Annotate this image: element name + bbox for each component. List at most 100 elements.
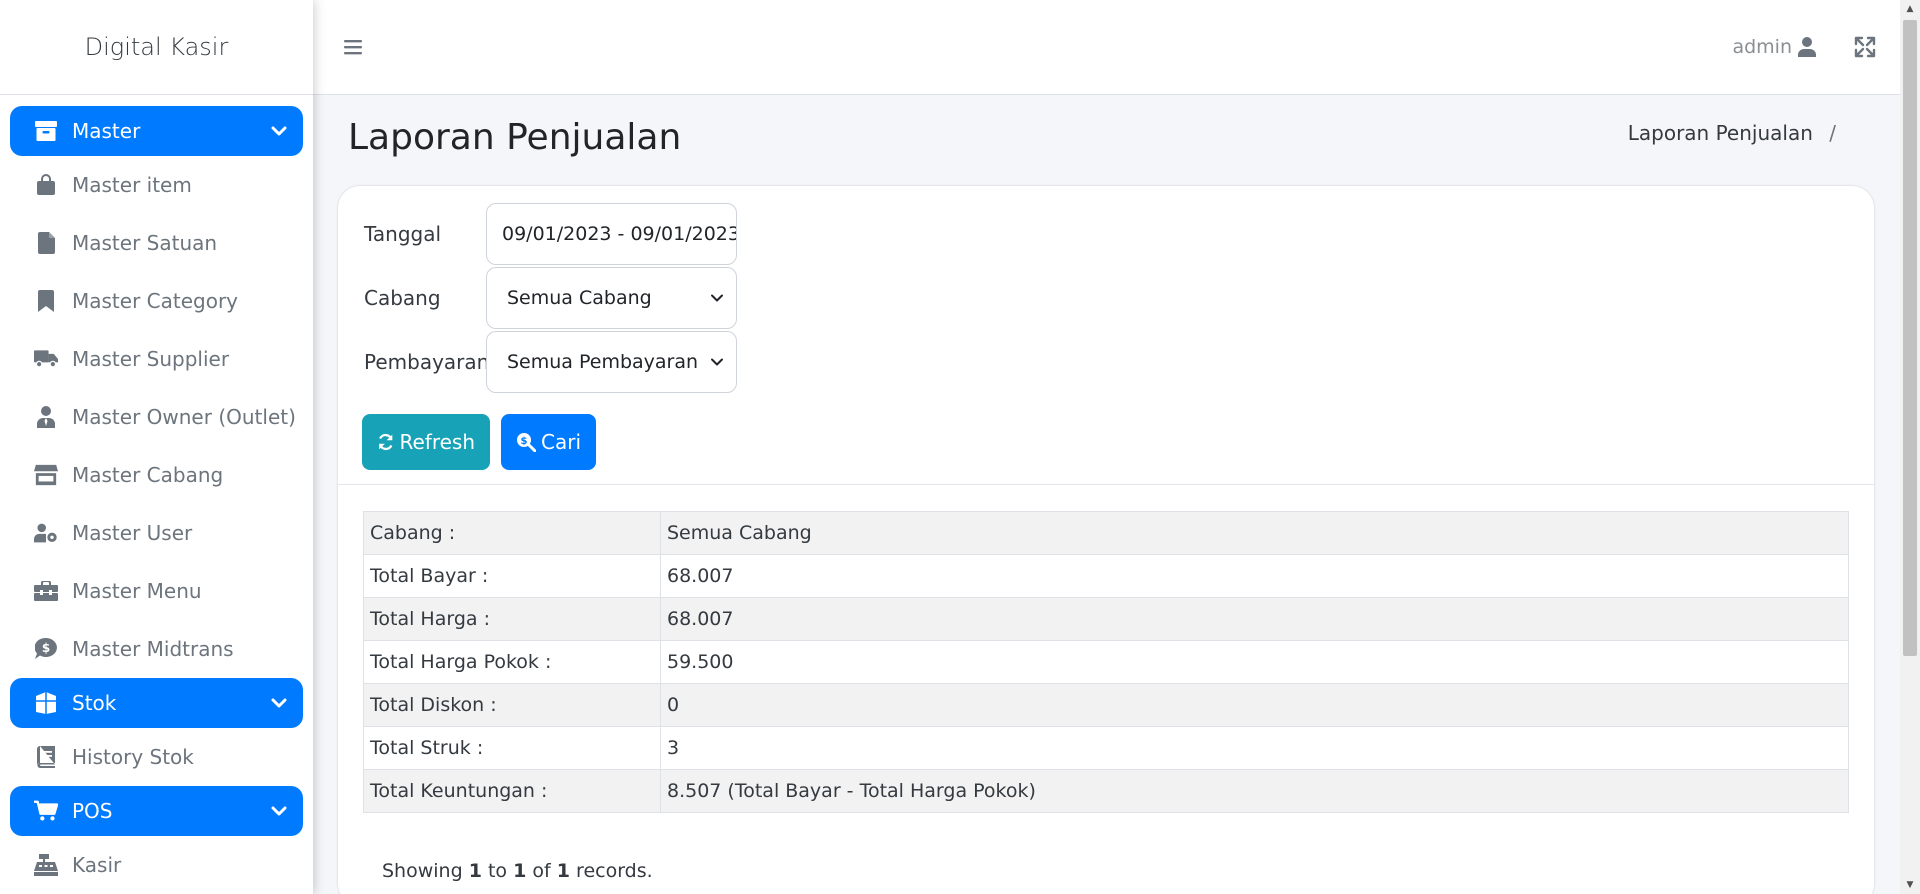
summary-table: Cabang : Semua Cabang Total Bayar :68.007… — [363, 511, 1849, 813]
svg-text:$: $ — [42, 641, 50, 655]
summary-key: Total Keuntungan : — [363, 769, 661, 813]
sidebar-item-master-supplier[interactable]: Master Supplier — [0, 330, 313, 388]
summary-value: Semua Cabang — [660, 511, 1849, 555]
cash-register-icon — [34, 853, 58, 877]
chevron-down-icon — [271, 698, 287, 708]
search-dollar-icon: $ — [517, 433, 536, 452]
sidebar: Digital Kasir Master Master item Master … — [0, 0, 313, 894]
table-row: Total Diskon :0 — [363, 683, 1849, 727]
refresh-button[interactable]: Refresh — [362, 414, 490, 470]
summary-key: Total Harga : — [363, 597, 661, 641]
card-divider — [338, 484, 1874, 485]
pembayaran-select[interactable]: Semua Pembayaran — [486, 331, 737, 393]
sidebar-group-label: POS — [72, 799, 113, 823]
breadcrumb-item[interactable]: Laporan Penjualan — [1628, 121, 1813, 145]
sidebar-group-stok[interactable]: Stok — [10, 678, 303, 728]
cabang-label: Cabang — [364, 286, 441, 310]
summary-key: Cabang : — [363, 511, 661, 555]
breadcrumb-separator: / — [1829, 121, 1836, 145]
sidebar-item-master-menu[interactable]: Master Menu — [0, 562, 313, 620]
records-of-word: of — [532, 860, 551, 882]
records-from: 1 — [468, 860, 482, 882]
box-open-icon — [34, 691, 58, 715]
sidebar-item-label: Master Supplier — [72, 347, 230, 371]
sidebar-item-master-midtrans[interactable]: $ Master Midtrans — [0, 620, 313, 678]
book-icon — [34, 745, 58, 769]
sidebar-item-label: History Stok — [72, 745, 194, 769]
summary-value: 8.507 (Total Bayar - Total Harga Pokok) — [660, 769, 1849, 813]
sidebar-item-master-satuan[interactable]: Master Satuan — [0, 214, 313, 272]
sidebar-item-label: Master Satuan — [72, 231, 218, 255]
sidebar-item-master-owner[interactable]: Master Owner (Outlet) — [0, 388, 313, 446]
sidebar-item-master-cabang[interactable]: Master Cabang — [0, 446, 313, 504]
cabang-select-value: Semua Cabang — [507, 287, 652, 309]
records-info-post: records. — [576, 860, 653, 882]
sidebar-group-label: Master — [72, 119, 141, 143]
sidebar-item-label: Master Owner (Outlet) — [72, 405, 296, 429]
summary-key: Total Struk : — [363, 726, 661, 770]
sidebar-item-master-item[interactable]: Master item — [0, 156, 313, 214]
chevron-down-icon — [271, 126, 287, 136]
user-icon — [1798, 37, 1816, 57]
sidebar-group-label: Stok — [72, 691, 117, 715]
summary-value: 68.007 — [660, 554, 1849, 598]
table-row: Total Struk :3 — [363, 726, 1849, 770]
sidebar-item-master-user[interactable]: Master User — [0, 504, 313, 562]
summary-value: 3 — [660, 726, 1849, 770]
filter-row-cabang: Cabang Semua Cabang — [364, 267, 737, 329]
user-name: admin — [1732, 36, 1792, 58]
filter-row-pembayaran: Pembayaran Semua Pembayaran — [364, 331, 737, 393]
page-scrollbar[interactable]: ▲ ▼ — [1900, 0, 1920, 894]
chevron-down-icon — [711, 294, 723, 302]
sidebar-item-label: Master Cabang — [72, 463, 224, 487]
records-to-word: to — [487, 860, 508, 882]
sidebar-group-master[interactable]: Master — [10, 106, 303, 156]
summary-key: Total Diskon : — [363, 683, 661, 727]
hamburger-menu-icon[interactable] — [341, 35, 365, 59]
chevron-down-icon — [711, 358, 723, 366]
truck-icon — [34, 347, 58, 371]
scrollbar-thumb[interactable] — [1903, 20, 1917, 656]
table-row: Total Keuntungan :8.507 (Total Bayar - T… — [363, 769, 1849, 813]
summary-key: Total Bayar : — [363, 554, 661, 598]
sidebar-item-label: Master User — [72, 521, 193, 545]
sidebar-item-history-stok[interactable]: History Stok — [0, 728, 313, 786]
sidebar-nav: Master Master item Master Satuan Master … — [0, 95, 313, 894]
summary-value: 59.500 — [660, 640, 1849, 684]
shopping-bag-icon — [34, 173, 58, 197]
tanggal-label: Tanggal — [364, 222, 442, 246]
filter-row-tanggal: Tanggal 09/01/2023 - 09/01/2023 — [364, 203, 737, 265]
scroll-up-arrow-icon[interactable]: ▲ — [1900, 0, 1920, 18]
breadcrumb: Laporan Penjualan / — [1628, 121, 1836, 145]
records-to: 1 — [513, 860, 527, 882]
search-button-label: Cari — [541, 430, 581, 454]
table-row: Total Bayar :68.007 — [363, 554, 1849, 598]
main-content: Laporan Penjualan Laporan Penjualan / Ta… — [313, 95, 1900, 894]
search-button[interactable]: $ Cari — [501, 414, 596, 470]
sidebar-item-label: Master item — [72, 173, 192, 197]
table-row: Total Harga Pokok :59.500 — [363, 640, 1849, 684]
sidebar-group-pos[interactable]: POS — [10, 786, 303, 836]
archive-icon — [34, 119, 58, 143]
user-cog-icon — [34, 521, 58, 545]
sidebar-item-master-category[interactable]: Master Category — [0, 272, 313, 330]
user-tie-icon — [34, 405, 58, 429]
date-range-input[interactable]: 09/01/2023 - 09/01/2023 — [486, 203, 737, 265]
sidebar-item-label: Master Category — [72, 289, 239, 313]
brand-logo[interactable]: Digital Kasir — [0, 0, 313, 95]
cabang-select[interactable]: Semua Cabang — [486, 267, 737, 329]
shopping-cart-icon — [34, 799, 58, 823]
sidebar-item-kasir[interactable]: Kasir — [0, 836, 313, 894]
sidebar-item-label: Kasir — [72, 853, 122, 877]
summary-value: 0 — [660, 683, 1849, 727]
sidebar-item-label: Master Menu — [72, 579, 202, 603]
records-info: Showing 1 to 1 of 1 records. — [382, 860, 653, 882]
chevron-down-icon — [271, 806, 287, 816]
page-title: Laporan Penjualan — [348, 117, 682, 158]
fullscreen-icon[interactable] — [1854, 36, 1876, 58]
scroll-down-arrow-icon[interactable]: ▼ — [1900, 876, 1920, 894]
user-menu[interactable]: admin — [1732, 36, 1816, 58]
file-icon — [34, 231, 58, 255]
toolbox-icon — [34, 579, 58, 603]
summary-value: 68.007 — [660, 597, 1849, 641]
